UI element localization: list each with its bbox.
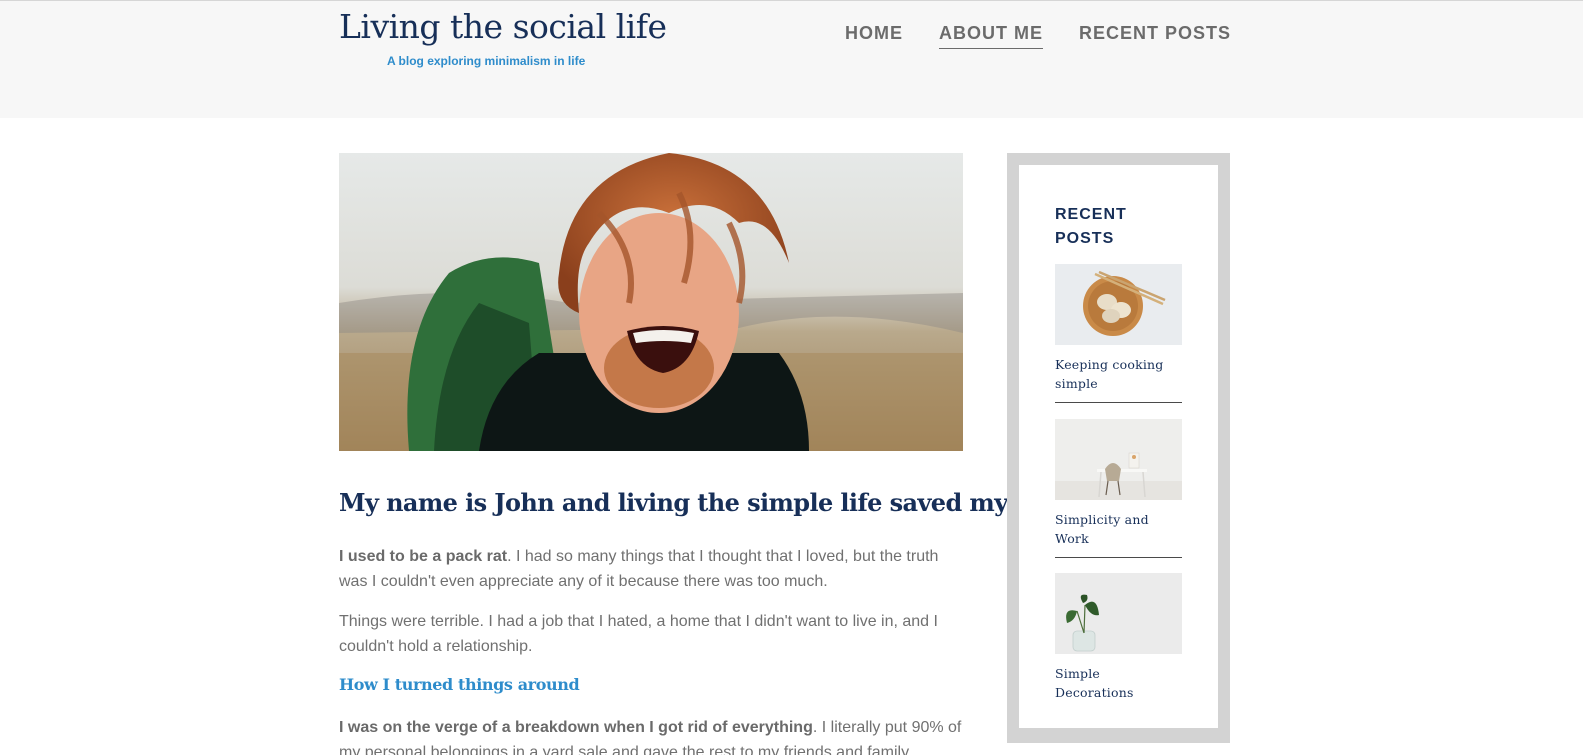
nav-recent-posts[interactable]: RECENT POSTS bbox=[1079, 23, 1231, 49]
recent-post-title[interactable]: Simple Decorations bbox=[1055, 664, 1182, 702]
recent-post-thumbnail[interactable] bbox=[1055, 573, 1182, 654]
paragraph-terrible: Things were terrible. I had a job that I… bbox=[339, 613, 938, 655]
plant-thumbnail-illustration bbox=[1055, 573, 1182, 654]
desk-thumbnail-illustration bbox=[1055, 419, 1182, 500]
recent-post-item[interactable]: Simple Decorations bbox=[1055, 573, 1182, 702]
recent-post-item[interactable]: Simplicity and Work bbox=[1055, 419, 1182, 558]
recent-post-title[interactable]: Simplicity and Work bbox=[1055, 510, 1182, 548]
recent-post-thumbnail[interactable] bbox=[1055, 264, 1182, 345]
post-title: My name is John and living the simple li… bbox=[339, 488, 1057, 517]
recent-post-title[interactable]: Keeping cooking simple bbox=[1055, 355, 1182, 393]
sidebar-title: RECENT POSTS bbox=[1055, 206, 1127, 247]
recent-post-thumbnail[interactable] bbox=[1055, 419, 1182, 500]
paragraph-breakdown: I was on the verge of a breakdown when I… bbox=[339, 715, 963, 755]
hero-image bbox=[339, 153, 963, 451]
sidebar-panel: RECENT POSTS Keeping cooking simple Simp… bbox=[1019, 165, 1218, 728]
paragraph-breakdown-bold: I was on the verge of a breakdown when I… bbox=[339, 719, 813, 736]
nav-home[interactable]: HOME bbox=[845, 23, 903, 49]
paragraph-intro: I used to be a pack rat. I had so many t… bbox=[339, 544, 963, 594]
hero-photo-illustration bbox=[339, 153, 963, 451]
nav-about-me[interactable]: ABOUT ME bbox=[938, 23, 1043, 49]
main-nav: HOME ABOUT ME RECENT POSTS bbox=[845, 23, 1231, 49]
recent-post-item[interactable]: Keeping cooking simple bbox=[1055, 264, 1182, 403]
dumplings-thumbnail-illustration bbox=[1055, 264, 1182, 345]
divider bbox=[1055, 557, 1182, 558]
paragraph-intro-bold: I used to be a pack rat bbox=[339, 548, 508, 565]
divider bbox=[1055, 402, 1182, 403]
site-title[interactable]: Living the social life bbox=[339, 7, 667, 46]
section-subheading: How I turned things around bbox=[339, 675, 580, 694]
recent-posts-sidebar: RECENT POSTS Keeping cooking simple Simp… bbox=[1007, 153, 1230, 743]
site-header: Living the social life A blog exploring … bbox=[0, 0, 1583, 118]
site-tagline: A blog exploring minimalism in life bbox=[387, 54, 586, 68]
